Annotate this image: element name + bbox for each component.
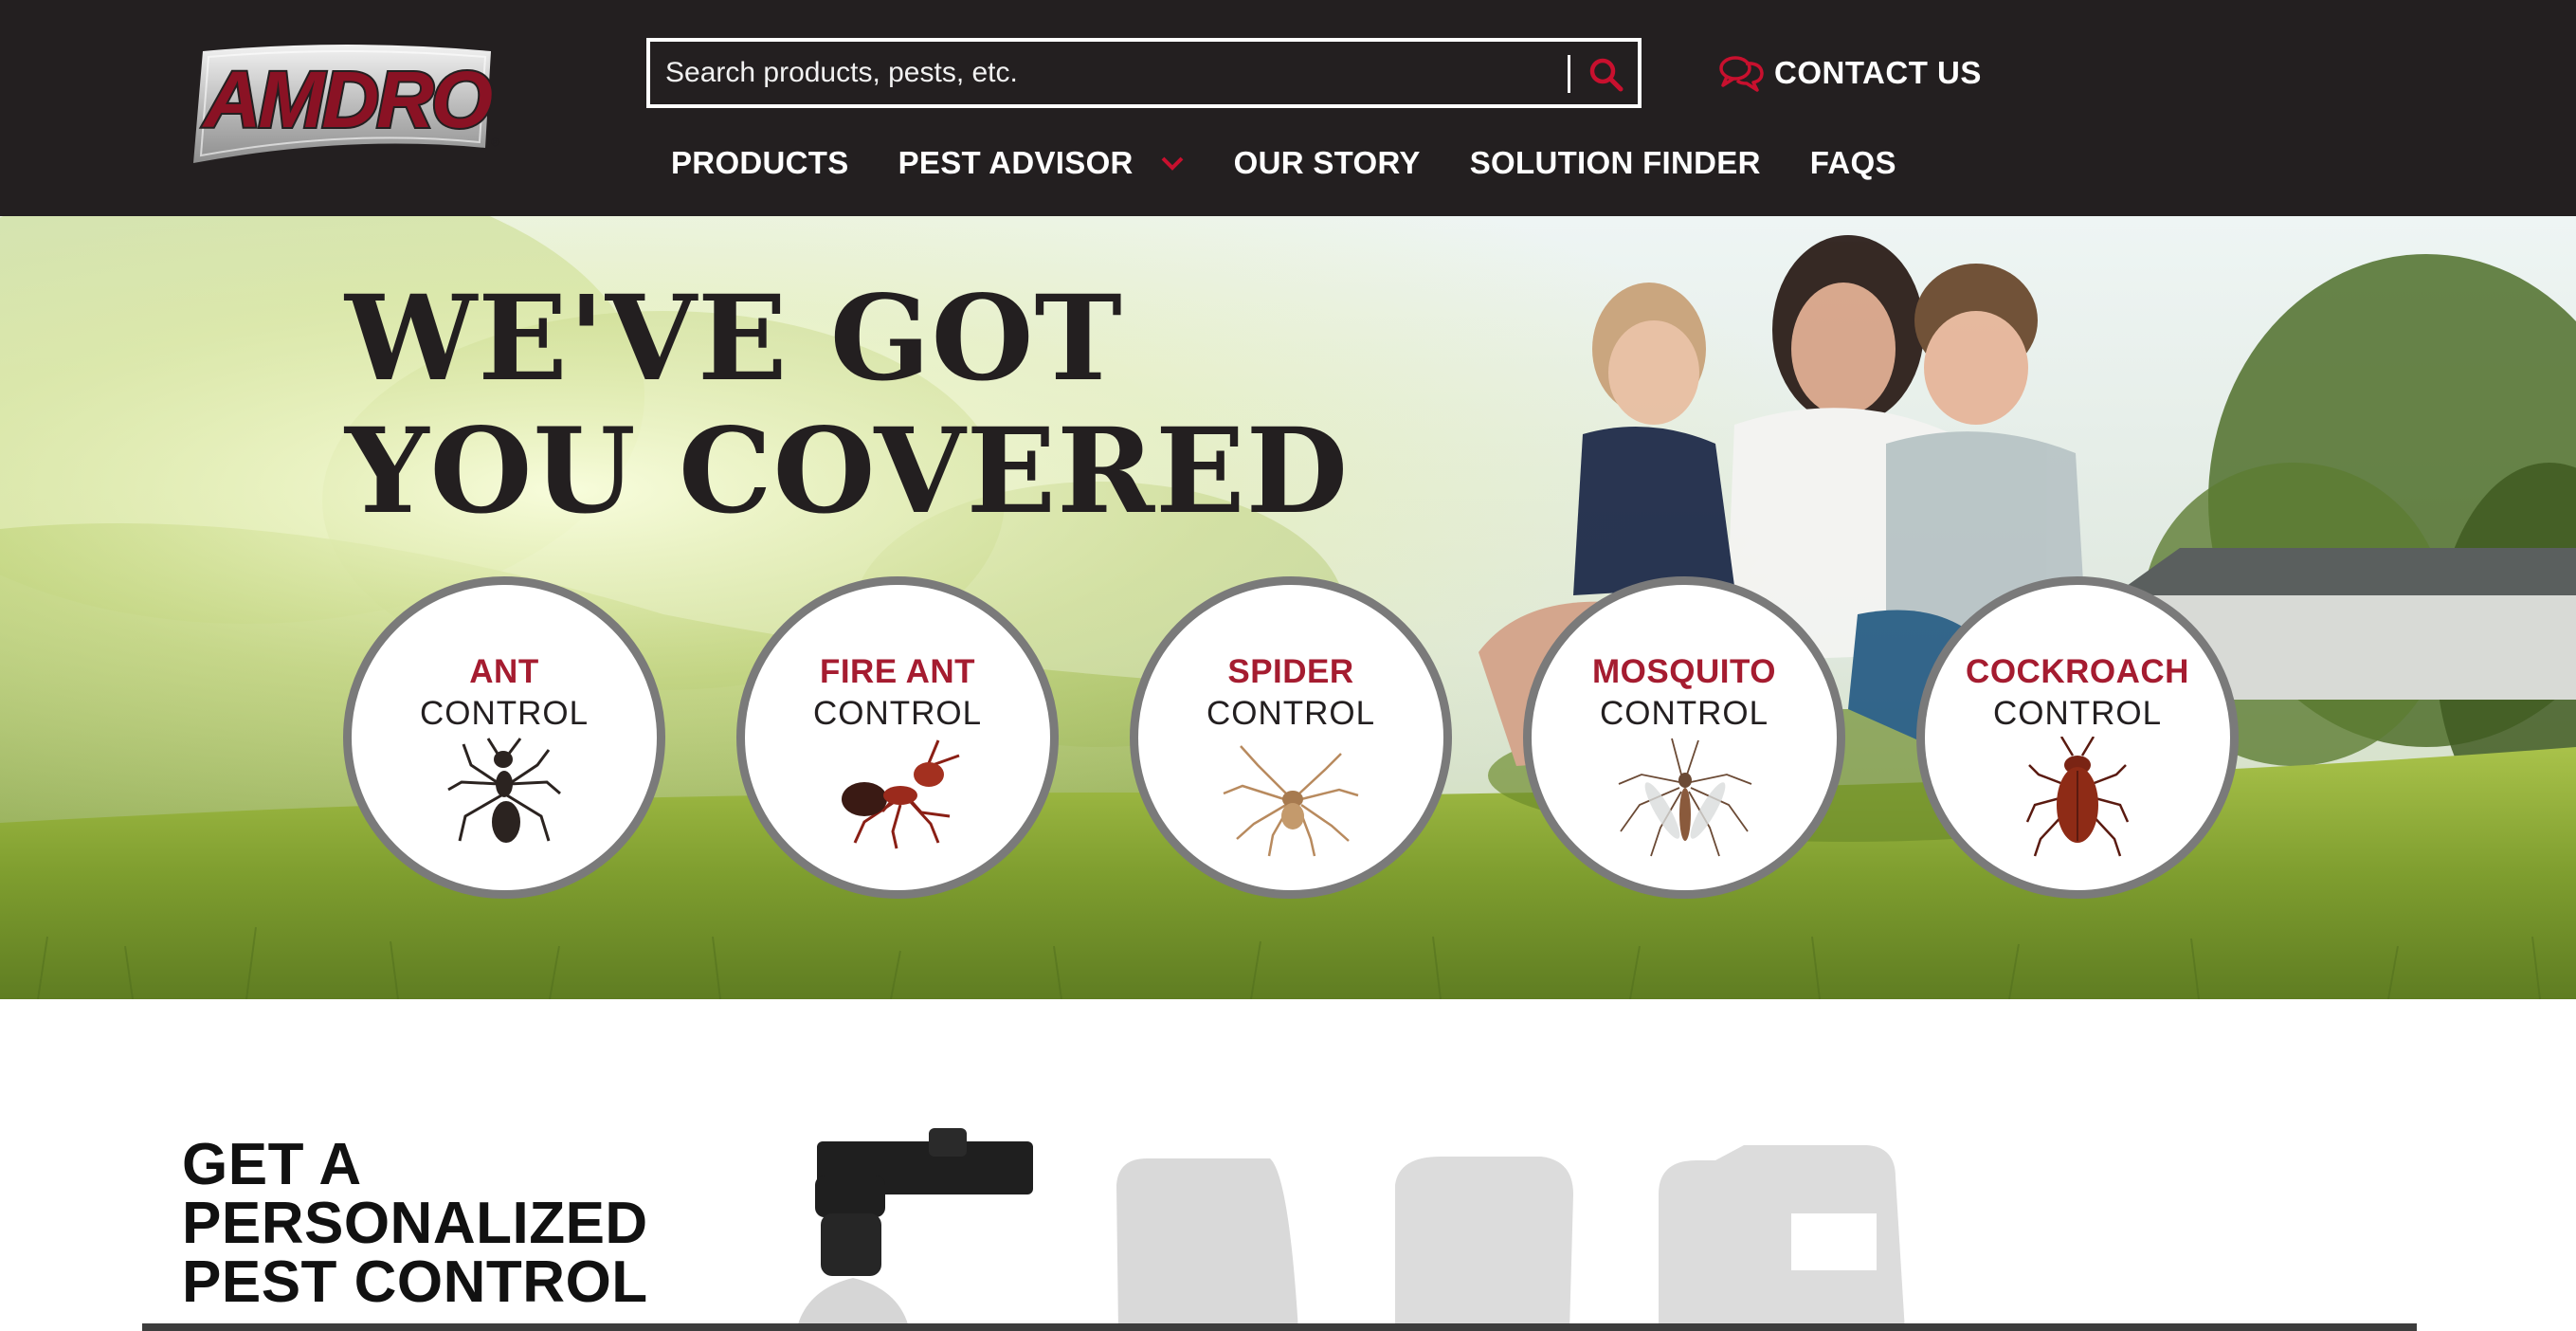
mosquito-control-subtitle: CONTROL <box>1599 695 1769 732</box>
section-title-line-3: PEST CONTROL <box>182 1249 648 1315</box>
ant-control-button[interactable]: ANT CONTROL <box>343 576 665 899</box>
ant-control-subtitle: CONTROL <box>419 695 590 732</box>
nav-faqs[interactable]: FAQS <box>1810 145 1896 181</box>
cockroach-icon <box>2025 737 2130 857</box>
cockroach-control-subtitle: CONTROL <box>1992 695 2163 732</box>
spider-control-subtitle: CONTROL <box>1206 695 1376 732</box>
hero-headline-line-2: YOU COVERED <box>345 403 1350 540</box>
fire-ant-control-button[interactable]: FIRE ANT CONTROL <box>736 576 1059 899</box>
contact-us-label: CONTACT US <box>1774 55 1982 90</box>
search-bar <box>646 38 1642 108</box>
nav-pest-advisor[interactable]: PEST ADVISOR <box>898 145 1185 181</box>
spider-control-title: SPIDER <box>1227 653 1354 690</box>
fire-ant-control-subtitle: CONTROL <box>812 695 983 732</box>
search-input[interactable] <box>665 42 1556 104</box>
site-header: AMDRO ® CONTACT US PRODUCTS PEST ADVISOR <box>0 0 2576 216</box>
nav-our-story-label: OUR STORY <box>1233 145 1421 180</box>
spider-icon <box>1223 745 1359 857</box>
search-icon <box>1589 58 1624 92</box>
search-button[interactable] <box>1579 47 1632 100</box>
mosquito-control-title: MOSQUITO <box>1592 653 1776 690</box>
hero-headline: WE'VE GOT YOU COVERED <box>345 273 1349 538</box>
nav-faqs-label: FAQS <box>1809 145 1896 180</box>
section-title-line-1: GET A <box>182 1132 362 1197</box>
cockroach-control-button[interactable]: COCKROACH CONTROL <box>1916 576 2239 899</box>
section-title-line-2: PERSONALIZED <box>182 1191 648 1256</box>
contact-us-link[interactable]: CONTACT US <box>1717 47 1982 99</box>
hero-headline-line-1: WE'VE GOT <box>345 270 1123 408</box>
chevron-down-icon[interactable] <box>1160 155 1185 172</box>
search-divider <box>1568 55 1570 93</box>
section-divider <box>142 1323 2417 1331</box>
ant-icon <box>447 738 561 843</box>
sprayer-bottle-icon <box>796 1128 1033 1331</box>
svg-text:®: ® <box>491 136 499 149</box>
main-nav: PRODUCTS PEST ADVISOR OUR STORY SOLUTION… <box>671 140 1896 186</box>
chat-bubbles-icon <box>1719 56 1764 92</box>
mosquito-icon <box>1618 738 1752 857</box>
nav-our-story[interactable]: OUR STORY <box>1234 145 1421 181</box>
personalized-section-title: GET A PERSONALIZED PEST CONTROL <box>182 1136 648 1312</box>
mosquito-control-button[interactable]: MOSQUITO CONTROL <box>1523 576 1845 899</box>
nav-pest-advisor-label: PEST ADVISOR <box>898 145 1134 180</box>
nav-solution-finder-label: SOLUTION FINDER <box>1469 145 1761 180</box>
logo-text: AMDRO <box>202 55 492 144</box>
ant-control-title: ANT <box>469 653 539 690</box>
fire-ant-control-title: FIRE ANT <box>819 653 976 690</box>
spider-control-button[interactable]: SPIDER CONTROL <box>1130 576 1452 899</box>
product-lineup-image <box>796 1128 1905 1331</box>
nav-solution-finder[interactable]: SOLUTION FINDER <box>1470 145 1761 181</box>
fire-ant-icon <box>842 739 960 849</box>
nav-products-label: PRODUCTS <box>671 145 849 180</box>
cockroach-control-title: COCKROACH <box>1966 653 2189 690</box>
nav-products[interactable]: PRODUCTS <box>671 145 849 181</box>
amdro-logo[interactable]: AMDRO ® <box>190 42 504 171</box>
hero-banner: WE'VE GOT YOU COVERED ANT CONTROL FIRE A… <box>0 216 2576 999</box>
